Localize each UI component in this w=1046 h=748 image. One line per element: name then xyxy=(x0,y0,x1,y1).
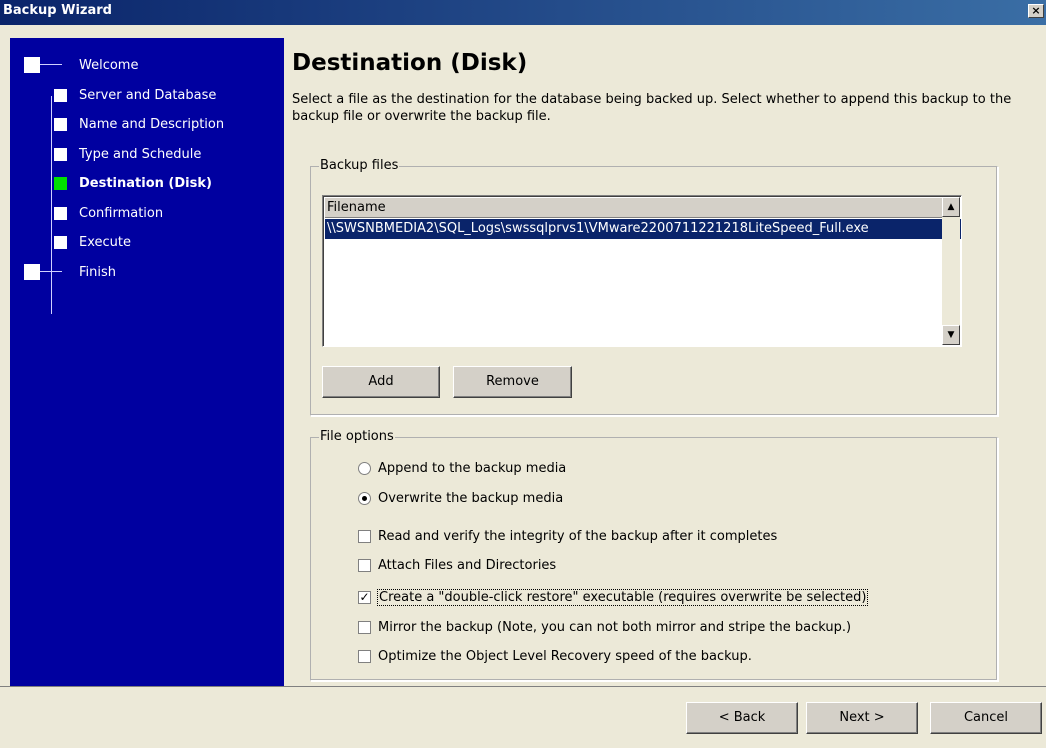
checkbox-label: Attach Files and Directories xyxy=(378,558,557,573)
step-marker-icon xyxy=(54,148,67,161)
step-type-and-schedule: Type and Schedule xyxy=(10,145,284,167)
radio-selected-dot xyxy=(362,496,367,501)
step-branch-line xyxy=(40,271,62,272)
step-label: Finish xyxy=(79,265,117,280)
window-title: Backup Wizard xyxy=(3,3,112,18)
step-execute: Execute xyxy=(10,233,284,255)
current-step-marker-icon xyxy=(54,177,67,190)
step-marker-icon xyxy=(24,57,40,73)
step-marker-icon xyxy=(24,264,40,280)
checkbox-label: Optimize the Object Level Recovery speed… xyxy=(378,649,752,664)
next-button[interactable]: Next > xyxy=(806,702,918,734)
page-description: Select a file as the destination for the… xyxy=(292,92,1012,124)
overwrite-label: Overwrite the backup media xyxy=(378,491,564,506)
step-marker-icon xyxy=(54,89,67,102)
mirror-backup-checkbox[interactable] xyxy=(358,621,371,634)
filename-column-header[interactable]: Filename xyxy=(325,198,957,218)
cancel-button[interactable]: Cancel xyxy=(930,702,1042,734)
backup-files-legend: Backup files xyxy=(319,158,400,173)
step-label: Server and Database xyxy=(79,88,217,103)
step-label: Destination (Disk) xyxy=(79,176,212,191)
double-click-restore-checkbox[interactable]: ✓ xyxy=(358,591,371,604)
step-marker-icon xyxy=(54,236,67,249)
step-label: Name and Description xyxy=(79,117,225,132)
step-branch-line xyxy=(40,64,62,65)
step-marker-icon xyxy=(54,118,67,131)
page-title: Destination (Disk) xyxy=(292,50,528,76)
append-radio[interactable] xyxy=(358,462,371,475)
verify-integrity-checkbox[interactable] xyxy=(358,530,371,543)
backup-wizard-window: Backup Wizard × Welcome Server and Datab… xyxy=(0,0,1046,748)
step-server-and-database: Server and Database xyxy=(10,86,284,108)
step-label: Welcome xyxy=(79,58,139,73)
backup-files-list[interactable]: Filename \\SWSNBMEDIA2\SQL_Logs\swssqlpr… xyxy=(322,195,962,347)
footer-divider xyxy=(0,686,1046,687)
list-item[interactable]: \\SWSNBMEDIA2\SQL_Logs\swssqlprvs1\VMwar… xyxy=(325,219,961,239)
step-name-and-description: Name and Description xyxy=(10,115,284,137)
step-label: Execute xyxy=(79,235,131,250)
checkbox-label: Read and verify the integrity of the bac… xyxy=(378,529,778,544)
optimize-olr-checkbox[interactable] xyxy=(358,650,371,663)
step-marker-icon xyxy=(54,207,67,220)
append-label: Append to the backup media xyxy=(378,461,567,476)
remove-button[interactable]: Remove xyxy=(453,366,572,398)
scroll-up-icon[interactable]: ▲ xyxy=(942,197,960,217)
checkbox-label: Mirror the backup (Note, you can not bot… xyxy=(378,620,852,635)
attach-files-checkbox[interactable] xyxy=(358,559,371,572)
checkbox-label: Create a "double-click restore" executab… xyxy=(376,589,869,606)
scroll-down-icon[interactable]: ▼ xyxy=(942,325,960,345)
file-options-legend: File options xyxy=(319,429,395,444)
step-welcome: Welcome xyxy=(10,56,284,78)
back-button[interactable]: < Back xyxy=(686,702,798,734)
step-destination-disk: Destination (Disk) xyxy=(10,174,284,196)
list-scrollbar[interactable]: ▲ ▼ xyxy=(942,197,960,345)
close-button[interactable]: × xyxy=(1028,4,1044,18)
step-label: Confirmation xyxy=(79,206,164,221)
step-finish: Finish xyxy=(10,263,284,285)
title-bar: Backup Wizard × xyxy=(0,0,1046,25)
overwrite-radio[interactable] xyxy=(358,492,371,505)
step-label: Type and Schedule xyxy=(79,147,202,162)
wizard-steps-sidebar: Welcome Server and Database Name and Des… xyxy=(10,38,284,686)
add-button[interactable]: Add xyxy=(322,366,440,398)
step-confirmation: Confirmation xyxy=(10,204,284,226)
window-left-edge xyxy=(0,25,10,748)
